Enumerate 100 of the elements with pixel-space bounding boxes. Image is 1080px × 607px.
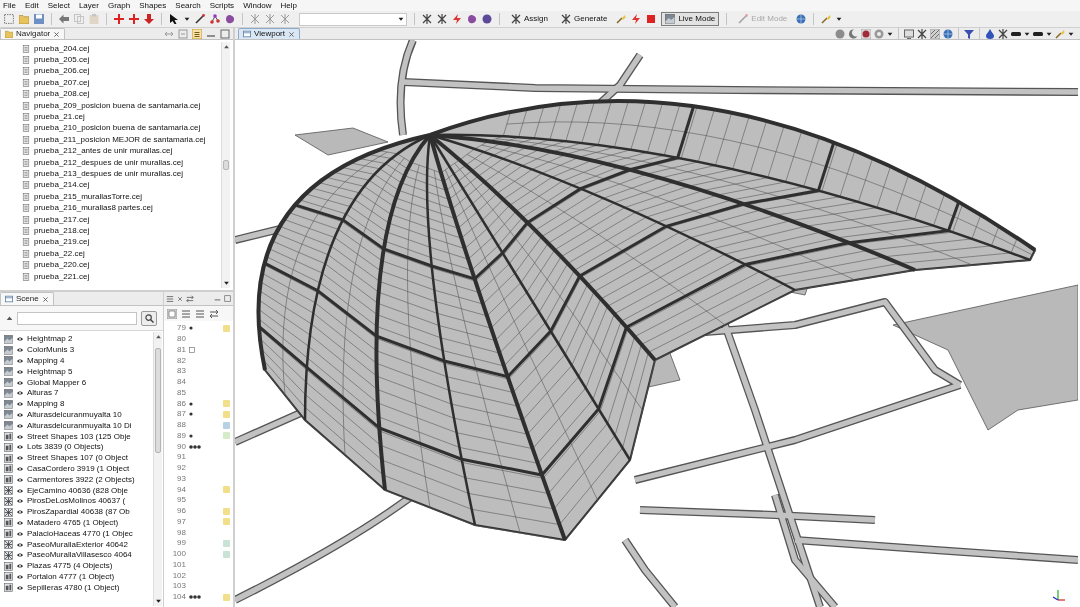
list-entry[interactable]: Alturasdelcuranmuyalta 10 Di (27, 421, 132, 430)
document-icon[interactable] (22, 215, 30, 224)
caret-icon[interactable] (887, 30, 893, 37)
list-entry[interactable]: CasaCordero 3919 (1 Object (27, 464, 130, 473)
eye-icon[interactable] (16, 390, 24, 397)
menu-item[interactable]: Help (280, 1, 298, 10)
tree-entry[interactable]: prueba_205.cej (34, 56, 90, 65)
document-icon[interactable] (22, 44, 30, 53)
maximize-icon[interactable] (224, 295, 231, 302)
globe-icon[interactable] (796, 14, 807, 24)
list-entry[interactable]: Mapping 8 (27, 400, 65, 409)
tree-entry[interactable]: prueba_221.cej (34, 272, 90, 281)
list-entry[interactable]: ColorMunis 3 (27, 346, 75, 355)
eye-icon[interactable] (16, 509, 24, 516)
list-entry[interactable]: Heightmap 2 (27, 335, 73, 344)
tree-entry[interactable]: prueba_22.cej (34, 249, 85, 258)
caret-icon[interactable] (836, 16, 843, 22)
arrows-icon[interactable] (209, 308, 219, 319)
lightning-icon[interactable] (452, 14, 462, 24)
asterisk-icon[interactable] (437, 14, 447, 24)
brush-icon[interactable] (616, 14, 627, 24)
eye-icon[interactable] (16, 401, 24, 408)
asterisk-icon[interactable] (998, 28, 1008, 39)
eye-icon[interactable] (16, 487, 24, 494)
document-icon[interactable] (22, 56, 30, 65)
new-file-icon[interactable] (4, 14, 14, 24)
menu-item[interactable]: Window (243, 1, 272, 10)
list-entry[interactable]: Alturas 7 (27, 389, 59, 398)
scrollbar[interactable] (221, 42, 230, 288)
tree-entry[interactable]: prueba_211_posicion MEJOR de santamaria.cej (34, 135, 206, 144)
pointer-icon[interactable] (169, 14, 179, 24)
window-icon[interactable] (5, 295, 13, 303)
list-entry[interactable]: Lots 3839 (0 Objects) (27, 443, 104, 452)
document-icon[interactable] (22, 158, 30, 167)
menu-item[interactable]: Shapes (139, 1, 167, 10)
eye-icon[interactable] (16, 541, 24, 548)
list-entry[interactable]: PirosZapardial 40638 (87 Ob (27, 508, 130, 517)
brush-icon[interactable] (821, 14, 832, 24)
asterisk-icon[interactable] (917, 28, 927, 39)
menu-item[interactable]: Select (47, 1, 70, 10)
eye-icon[interactable] (16, 358, 24, 364)
eye-icon[interactable] (16, 336, 24, 343)
lightning-icon[interactable] (631, 14, 642, 24)
close-icon[interactable] (288, 30, 295, 38)
document-icon[interactable] (22, 135, 30, 144)
menu-item[interactable]: Scripts (209, 1, 235, 10)
document-icon[interactable] (22, 147, 30, 156)
eye-icon[interactable] (16, 476, 24, 483)
tree-entry[interactable]: prueba_212_antes de unir murallas.cej (34, 147, 173, 156)
tree-entry[interactable]: prueba_215_murallasTorre.cej (34, 192, 143, 201)
plus-icon[interactable] (129, 14, 139, 24)
caret-icon[interactable] (184, 16, 190, 22)
eye-icon[interactable] (16, 519, 24, 526)
document-icon[interactable] (22, 101, 30, 110)
down-arrow-icon[interactable] (222, 280, 230, 286)
close-icon[interactable] (177, 295, 183, 302)
list-entry[interactable]: PalacioHaceas 4770 (1 Objec (27, 529, 133, 538)
panel-tab[interactable]: Scene (0, 292, 54, 305)
caret-icon[interactable] (398, 16, 404, 22)
caret-icon[interactable] (1068, 30, 1074, 37)
blob-icon[interactable] (467, 14, 477, 24)
caret-icon[interactable] (6, 314, 13, 322)
eye-icon[interactable] (16, 584, 24, 591)
list-entry[interactable]: Carmentores 3922 (2 Objects) (27, 475, 135, 484)
scrollbar-thumb[interactable] (223, 160, 229, 170)
list-icon[interactable] (181, 308, 191, 319)
search-field[interactable] (17, 311, 137, 325)
eye-icon[interactable] (16, 422, 24, 429)
moon-icon[interactable] (848, 28, 858, 39)
eye-icon[interactable] (16, 433, 24, 440)
globe-icon[interactable] (943, 28, 953, 39)
tree-entry[interactable]: prueba_216_murallas8 partes.cej (34, 204, 153, 213)
save-icon[interactable] (34, 14, 44, 24)
document-icon[interactable] (22, 226, 30, 235)
list-entry[interactable]: Global Mapper 6 (27, 378, 87, 387)
close-icon[interactable] (41, 295, 49, 303)
tree-entry[interactable]: prueba_214.cej (34, 181, 90, 190)
tree-entry[interactable]: prueba_21.cej (34, 113, 85, 122)
list-entry[interactable]: Street Shapes 107 (0 Object (27, 454, 128, 463)
blob-icon[interactable] (225, 14, 235, 24)
menu-item[interactable]: Layer (78, 1, 99, 10)
brush-icon[interactable] (1055, 28, 1065, 39)
caret-icon[interactable] (1024, 30, 1030, 37)
eye-icon[interactable] (16, 368, 24, 375)
asterisk-icon[interactable] (511, 14, 521, 24)
list-entry[interactable]: PaseoMurallaExterior 40642 (27, 540, 128, 549)
tree-entry[interactable]: prueba_218.cej (34, 226, 90, 235)
eye-icon[interactable] (16, 530, 24, 537)
document-icon[interactable] (22, 204, 30, 213)
up-arrow-icon[interactable] (222, 44, 230, 50)
maximize-icon[interactable] (220, 28, 230, 39)
plus-icon[interactable] (114, 14, 124, 24)
nodes-icon[interactable] (210, 14, 220, 24)
document-icon[interactable] (22, 113, 30, 122)
list-entry[interactable]: PaseoMurallaVillasesco 4064 (27, 551, 132, 560)
document-icon[interactable] (22, 238, 30, 247)
document-icon[interactable] (22, 78, 30, 87)
eye-icon[interactable] (16, 379, 24, 386)
screen-icon[interactable] (904, 28, 914, 39)
list-icon[interactable] (166, 294, 174, 303)
